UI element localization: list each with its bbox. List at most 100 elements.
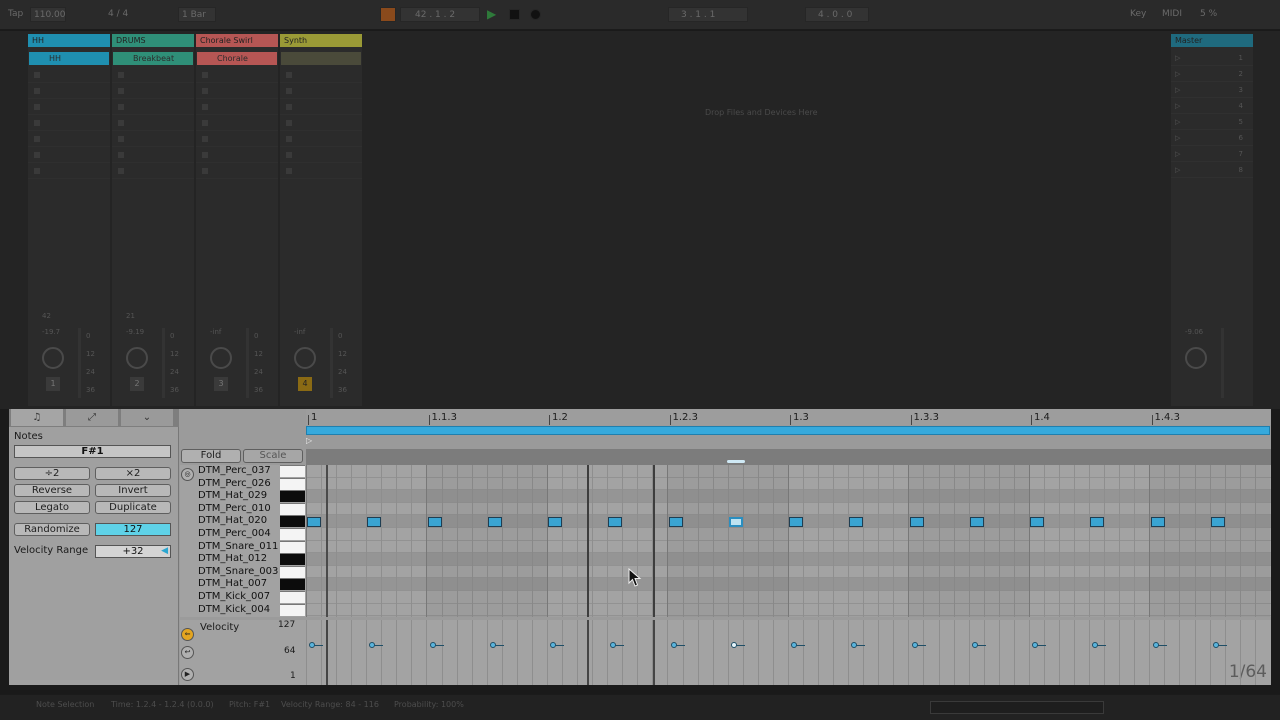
piano-key[interactable] (280, 540, 305, 553)
pan-knob[interactable] (294, 347, 316, 369)
tap-button[interactable]: Tap (8, 9, 23, 19)
empty-slot-icon[interactable] (286, 104, 292, 110)
empty-slot-icon[interactable] (202, 168, 208, 174)
piano-key[interactable] (280, 490, 305, 503)
midi-note[interactable] (909, 516, 924, 527)
stop-icon[interactable] (509, 9, 520, 20)
empty-slot-icon[interactable] (34, 168, 40, 174)
start-marker-icon[interactable]: ▷ (306, 436, 312, 445)
piano-key[interactable] (280, 515, 305, 528)
scene-launch-button[interactable]: ▷ 3 (1171, 84, 1253, 98)
drum-key-label[interactable]: DTM_Snare_003 (198, 566, 280, 579)
empty-slot-icon[interactable] (202, 120, 208, 126)
midi-note[interactable] (1030, 516, 1044, 527)
empty-slot-icon[interactable] (202, 88, 208, 94)
note-grid[interactable] (306, 465, 1271, 617)
midi-note[interactable] (969, 516, 984, 527)
scene-launch-button[interactable]: ▷ 7 (1171, 148, 1253, 162)
track-header[interactable]: Synth (280, 34, 362, 47)
scene-launch-button[interactable]: ▷ 4 (1171, 100, 1253, 114)
midi-note[interactable] (849, 516, 864, 527)
midi-note[interactable] (307, 516, 321, 527)
scene-launch-button[interactable]: ▷ 1 (1171, 52, 1253, 66)
drum-key-label[interactable]: DTM_Perc_037 (198, 465, 280, 478)
empty-slot-icon[interactable] (34, 136, 40, 142)
quantize-select[interactable]: 1 Bar (178, 7, 216, 22)
track-header[interactable]: HH (28, 34, 110, 47)
empty-slot-icon[interactable] (118, 152, 124, 158)
half-length-button[interactable]: ÷2 (14, 467, 90, 480)
duplicate-button[interactable]: Duplicate (95, 501, 171, 514)
empty-slot-icon[interactable] (202, 152, 208, 158)
track-activator-button[interactable]: 3 (214, 377, 228, 391)
empty-slot-icon[interactable] (202, 72, 208, 78)
piano-key[interactable] (280, 477, 305, 490)
record-icon[interactable] (530, 9, 541, 20)
midi-note[interactable] (427, 516, 442, 527)
empty-slot-icon[interactable] (286, 152, 292, 158)
piano-key[interactable] (280, 465, 305, 477)
piano-key[interactable] (280, 578, 305, 591)
midi-note[interactable] (367, 516, 382, 527)
empty-slot-icon[interactable] (118, 88, 124, 94)
empty-slot-icon[interactable] (34, 120, 40, 126)
midi-note[interactable] (548, 516, 562, 527)
velocity-range-field[interactable]: +32 ◀ (95, 545, 171, 558)
piano-key[interactable] (280, 591, 305, 603)
empty-slot-icon[interactable] (34, 88, 40, 94)
midi-note[interactable] (789, 516, 803, 527)
empty-slot-icon[interactable] (286, 136, 292, 142)
track-header[interactable]: Chorale Swirl (196, 34, 278, 47)
drum-key-label[interactable]: DTM_Snare_011 (198, 541, 280, 554)
midi-note[interactable] (1150, 516, 1165, 527)
drum-key-label[interactable]: DTM_Kick_007 (198, 591, 280, 604)
tab-expression[interactable]: ⌄ (121, 409, 173, 426)
lane-play-icon[interactable]: ▶ (181, 668, 194, 681)
velocity-lane[interactable]: 1/64 (306, 620, 1271, 685)
follow-icon[interactable] (380, 7, 396, 22)
track-activator-button[interactable]: 1 (46, 377, 60, 391)
tab-envelopes[interactable]: ⤢ (66, 409, 118, 426)
tempo-field[interactable]: 110.00 (30, 7, 66, 22)
scale-button[interactable]: Scale (243, 449, 303, 463)
loop-length-field[interactable]: 4 . 0 . 0 (805, 7, 869, 22)
song-position[interactable]: 42 . 1 . 2 (400, 7, 480, 22)
piano-key[interactable] (280, 565, 305, 578)
time-signature[interactable]: 4 / 4 (108, 9, 128, 19)
scene-launch-button[interactable]: ▷ 2 (1171, 68, 1253, 82)
drum-key-label[interactable]: DTM_Hat_007 (198, 578, 280, 591)
piano-key[interactable] (280, 502, 305, 515)
preview-icon[interactable]: ◎ (181, 468, 194, 481)
empty-slot-icon[interactable] (34, 152, 40, 158)
empty-slot-icon[interactable] (286, 120, 292, 126)
midi-note[interactable] (487, 516, 502, 527)
play-icon[interactable]: ▶ (487, 7, 496, 21)
midi-note[interactable] (1210, 516, 1225, 527)
scene-launch-button[interactable]: ▷ 6 (1171, 132, 1253, 146)
invert-button[interactable]: Invert (95, 484, 171, 497)
piano-key[interactable] (280, 553, 305, 566)
midi-map-button[interactable]: MIDI (1162, 9, 1182, 19)
empty-slot-icon[interactable] (118, 104, 124, 110)
midi-note[interactable] (668, 516, 683, 527)
drum-key-label[interactable]: DTM_Kick_004 (198, 604, 280, 617)
empty-slot-icon[interactable] (118, 72, 124, 78)
timeline-ruler[interactable]: 1 1.1.3 1.2 1.2.3 1.3 1.3.3 1.4 1.4.3 (306, 409, 1271, 425)
empty-slot-icon[interactable] (34, 104, 40, 110)
key-map-button[interactable]: Key (1130, 9, 1146, 19)
double-length-button[interactable]: ×2 (95, 467, 171, 480)
drum-key-label[interactable]: DTM_Perc_010 (198, 503, 280, 516)
empty-slot-icon[interactable] (286, 88, 292, 94)
clip-slot[interactable]: HH (29, 52, 109, 65)
legato-button[interactable]: Legato (14, 501, 90, 514)
pitch-field[interactable]: F#1 (14, 445, 171, 458)
track-header[interactable]: DRUMS (112, 34, 194, 47)
randomize-button[interactable]: Randomize (14, 523, 90, 536)
track-activator-button[interactable]: 4 (298, 377, 312, 391)
clip-slot[interactable] (281, 52, 361, 65)
pan-knob[interactable] (126, 347, 148, 369)
clip-slot[interactable]: Breakbeat (113, 52, 193, 65)
pan-knob[interactable] (210, 347, 232, 369)
randomize-amount-field[interactable]: 127 (95, 523, 171, 536)
empty-slot-icon[interactable] (118, 136, 124, 142)
